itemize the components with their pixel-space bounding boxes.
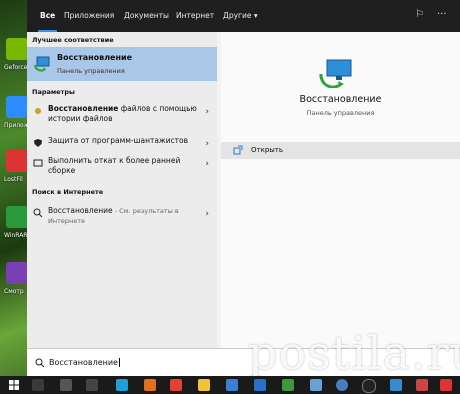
windows-logo-icon bbox=[9, 380, 19, 390]
open-icon bbox=[233, 145, 243, 155]
start-windows-icon[interactable] bbox=[8, 379, 20, 391]
search-icon bbox=[35, 358, 45, 368]
tab-documents[interactable]: Документы bbox=[124, 0, 169, 32]
search-icon bbox=[33, 208, 43, 218]
best-match-item[interactable]: Восстановление Панель управления bbox=[27, 47, 217, 81]
winrar-icon[interactable] bbox=[6, 206, 28, 228]
chevron-right-icon: › bbox=[205, 107, 209, 117]
detail-title: Восстановление bbox=[299, 94, 382, 105]
text-caret bbox=[118, 358, 120, 367]
tab-other[interactable]: Другие ▾ bbox=[223, 0, 258, 32]
open-label: Открыть bbox=[251, 146, 283, 154]
detail-pane: Восстановление Панель управления Открыть bbox=[221, 32, 460, 348]
shield-icon bbox=[34, 139, 42, 147]
setting-rollback-text: Выполнить откат к более ранней сборке bbox=[48, 156, 181, 175]
media-icon[interactable] bbox=[362, 379, 376, 393]
setting-rollback[interactable]: Выполнить откат к более ранней сборке › bbox=[27, 156, 217, 180]
setting-ransomware-label: Защита от программ-шантажистов bbox=[48, 136, 198, 146]
setting-file-history-bold: Восстановление bbox=[48, 104, 119, 113]
more-options-icon[interactable]: ··· bbox=[437, 9, 447, 20]
setting-ransomware-text: Защита от программ-шантажистов bbox=[48, 136, 189, 145]
photos-icon[interactable] bbox=[390, 379, 402, 391]
notepad-icon[interactable] bbox=[310, 379, 322, 391]
app-last-icon[interactable] bbox=[440, 379, 452, 391]
results-pane: Лучшее соответствие Восстановление Панел… bbox=[27, 32, 217, 348]
tab-all[interactable]: Все bbox=[37, 0, 58, 32]
search-input-value: Восстановление bbox=[49, 358, 118, 367]
desktop-label-winrar: WinRAR bbox=[4, 232, 28, 239]
rollback-icon bbox=[33, 159, 43, 167]
search-tabs-bar: Все Приложения Документы Интернет Другие… bbox=[27, 0, 460, 32]
store-icon[interactable] bbox=[226, 379, 238, 391]
geforce-icon[interactable] bbox=[6, 38, 28, 60]
setting-file-history[interactable]: Восстановление файлов с помощью истории … bbox=[27, 104, 217, 128]
tab-other-label: Другие bbox=[223, 11, 252, 20]
file-explorer-icon[interactable] bbox=[198, 379, 210, 391]
desktop-label-lostfilm: LostFil bbox=[4, 176, 23, 183]
setting-rollback-label: Выполнить откат к более ранней сборке bbox=[48, 156, 198, 176]
chevron-down-icon: ▾ bbox=[253, 11, 258, 20]
edge-icon[interactable] bbox=[116, 379, 128, 391]
search-bar[interactable]: Восстановление bbox=[27, 348, 460, 377]
lostfilm-icon[interactable] bbox=[6, 150, 28, 172]
detail-subtitle: Панель управления bbox=[306, 109, 375, 117]
taskbar-search-icon[interactable] bbox=[32, 379, 44, 391]
web-search-bold: Восстановление bbox=[48, 206, 113, 215]
feedback-icon[interactable]: ⚐ bbox=[415, 9, 424, 20]
qbittorrent-icon[interactable] bbox=[336, 379, 348, 391]
web-search-result[interactable]: Восстановление - См. результаты в Интерн… bbox=[27, 206, 217, 230]
recovery-icon bbox=[34, 56, 50, 72]
mail-icon[interactable] bbox=[254, 379, 266, 391]
section-best-match: Лучшее соответствие bbox=[32, 36, 114, 44]
file-history-icon bbox=[35, 108, 41, 114]
recovery-large-icon bbox=[319, 59, 352, 88]
zoom-icon[interactable] bbox=[6, 96, 28, 118]
search-input[interactable]: Восстановление bbox=[49, 358, 120, 367]
best-match-subtitle: Панель управления bbox=[57, 67, 125, 75]
settings-app-icon[interactable] bbox=[86, 379, 98, 391]
open-button[interactable]: Открыть bbox=[221, 142, 460, 159]
viewer-icon[interactable] bbox=[6, 262, 28, 284]
search-panel: Все Приложения Документы Интернет Другие… bbox=[27, 0, 460, 376]
chrome-icon[interactable] bbox=[170, 379, 182, 391]
browser-icon[interactable] bbox=[144, 379, 156, 391]
tab-internet[interactable]: Интернет bbox=[176, 0, 214, 32]
setting-ransomware[interactable]: Защита от программ-шантажистов › bbox=[27, 136, 217, 150]
setting-file-history-label: Восстановление файлов с помощью истории … bbox=[48, 104, 198, 124]
web-search-label: Восстановление - См. результаты в Интерн… bbox=[48, 206, 198, 226]
app-green-icon[interactable] bbox=[282, 379, 294, 391]
taskbar bbox=[0, 376, 460, 394]
tab-apps[interactable]: Приложения bbox=[64, 0, 114, 32]
section-web-search: Поиск в Интернете bbox=[32, 188, 104, 196]
chevron-right-icon: › bbox=[205, 209, 209, 219]
task-view-icon[interactable] bbox=[60, 379, 72, 391]
chevron-right-icon: › bbox=[205, 139, 209, 149]
section-settings: Параметры bbox=[32, 88, 75, 96]
calendar-icon[interactable] bbox=[416, 379, 428, 391]
best-match-title: Восстановление bbox=[57, 53, 133, 62]
chevron-right-icon: › bbox=[205, 159, 209, 169]
desktop-label-viewer: Смотр bbox=[4, 288, 24, 295]
